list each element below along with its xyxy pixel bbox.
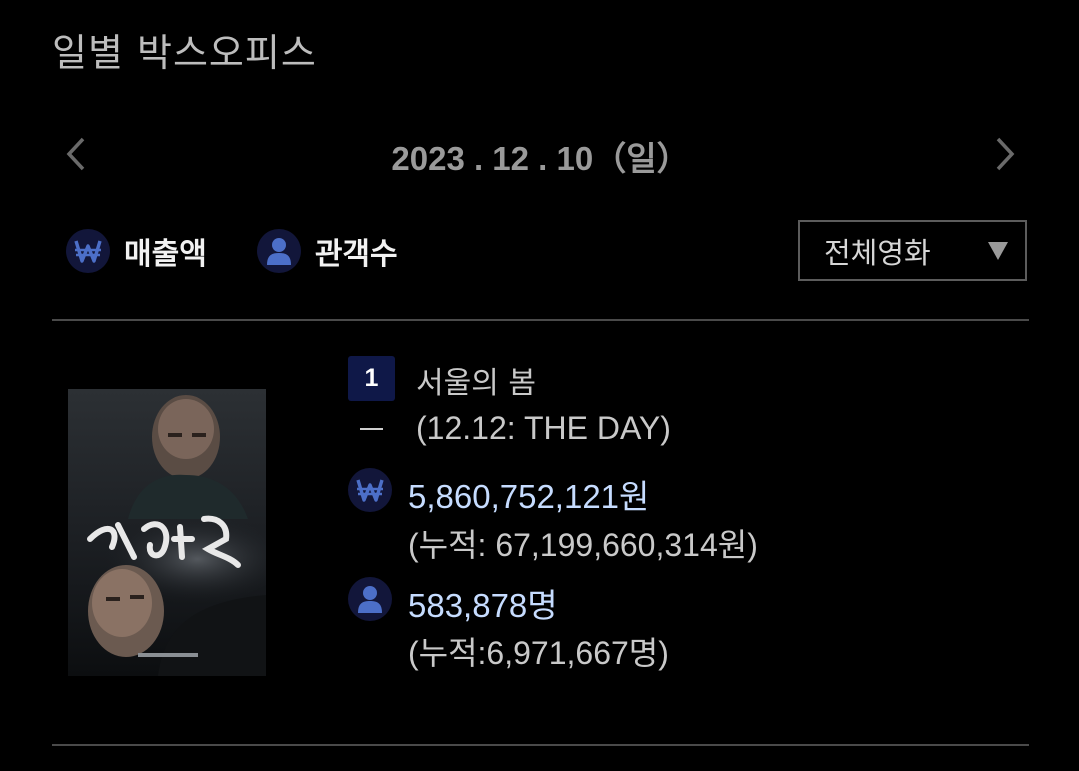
cumulative-sales-value: (누적: 67,199,660,314원) bbox=[408, 527, 758, 563]
chevron-right-icon bbox=[996, 137, 1015, 171]
daily-audience-value: 583,878명 bbox=[408, 587, 558, 624]
current-date: 2023 . 12 . 10（일） bbox=[391, 140, 690, 177]
movie-title[interactable]: 서울의 봄 bbox=[416, 358, 536, 402]
person-icon bbox=[348, 577, 392, 621]
rank-badge: 1 bbox=[348, 356, 395, 401]
next-date-button[interactable] bbox=[987, 136, 1023, 172]
category-select[interactable]: 전체영화 bbox=[798, 220, 1027, 281]
cumulative-audience-value: (누적:6,971,667명) bbox=[408, 635, 669, 671]
category-select-value: 전체영화 bbox=[824, 235, 931, 270]
audience-row-icon bbox=[348, 577, 392, 621]
top-divider bbox=[52, 319, 1029, 321]
sort-by-sales-button[interactable]: 매출액 bbox=[66, 229, 207, 273]
daily-sales-value: 5,860,752,121원 bbox=[408, 478, 650, 515]
caret-down-icon bbox=[988, 242, 1008, 260]
sales-row-icon bbox=[348, 468, 392, 512]
person-icon bbox=[256, 229, 301, 273]
page-title: 일별 박스오피스 bbox=[52, 31, 317, 75]
sales-label: 매출액 bbox=[124, 237, 207, 272]
date-navigation: 2023 . 12 . 10（일） bbox=[52, 126, 1029, 182]
won-icon bbox=[66, 229, 110, 273]
rank-change-indicator bbox=[360, 428, 383, 430]
poster-image bbox=[68, 389, 266, 676]
won-icon bbox=[348, 468, 392, 512]
audience-label: 관객수 bbox=[314, 237, 398, 272]
bottom-divider bbox=[52, 744, 1029, 746]
sort-by-audience-button[interactable]: 관객수 bbox=[256, 229, 398, 273]
movie-english-title: (12.12: THE DAY) bbox=[416, 410, 671, 446]
sort-filters: 매출액 관객수 bbox=[66, 224, 448, 278]
movie-poster[interactable] bbox=[68, 389, 266, 676]
